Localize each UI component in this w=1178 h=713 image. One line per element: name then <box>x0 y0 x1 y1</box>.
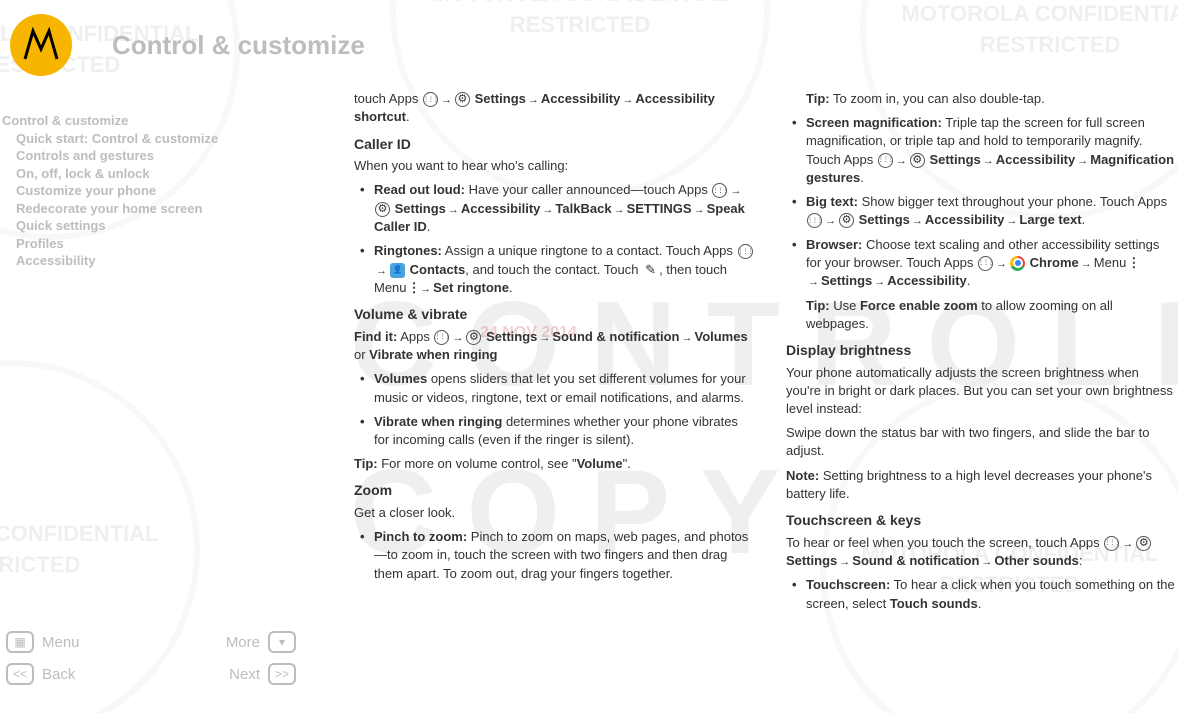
touchscreen-item: Touchscreen: To hear a click when you to… <box>786 576 1176 612</box>
display-brightness-p2: Swipe down the status bar with two finge… <box>786 424 1176 460</box>
display-brightness-note: Note: Setting brightness to a high level… <box>786 467 1176 503</box>
pinch-zoom-item: Pinch to zoom: Pinch to zoom on maps, we… <box>354 528 754 583</box>
apps-icon <box>807 213 822 228</box>
vibrate-item: Vibrate when ringing determines whether … <box>354 413 754 449</box>
footer-nav: ▦ Menu More ▾ << Back Next >> <box>6 631 306 695</box>
sidebar-item[interactable]: Customize your phone <box>0 182 300 200</box>
apps-icon <box>738 244 753 259</box>
apps-icon <box>423 92 438 107</box>
menu-button[interactable]: ▦ Menu <box>6 631 80 653</box>
big-text-item: Big text: Show bigger text throughout yo… <box>786 193 1176 230</box>
sidebar-item[interactable]: Redecorate your home screen <box>0 200 300 218</box>
gear-icon <box>839 213 854 228</box>
read-out-loud-item: Read out loud: Have your caller announce… <box>354 181 754 236</box>
menu-dots-icon <box>1131 256 1137 271</box>
caller-id-heading: Caller ID <box>354 135 754 155</box>
menu-label: Menu <box>42 632 80 653</box>
apps-icon <box>434 330 449 345</box>
back-button[interactable]: << Back <box>6 663 75 685</box>
content-column-1: touch Apps → Settings→Accessibility→Acce… <box>354 90 754 589</box>
ringtones-item: Ringtones: Assign a unique ringtone to a… <box>354 242 754 297</box>
gear-icon <box>466 330 481 345</box>
gear-icon <box>455 92 470 107</box>
zoom-tip: Tip: To zoom in, you can also double-tap… <box>786 90 1176 108</box>
sidebar-item[interactable]: Quick start: Control & customize <box>0 130 300 148</box>
sidebar-item[interactable]: Profiles <box>0 235 300 253</box>
caller-id-intro: When you want to hear who's calling: <box>354 157 754 175</box>
volumes-item: Volumes opens sliders that let you set d… <box>354 370 754 406</box>
sidebar-nav: Control & customize Quick start: Control… <box>0 112 300 270</box>
gear-icon <box>1136 536 1151 551</box>
touchscreen-intro: To hear or feel when you touch the scree… <box>786 534 1176 571</box>
page-title: Control & customize <box>112 27 365 63</box>
touchscreen-heading: Touchscreen & keys <box>786 511 1176 531</box>
gear-icon <box>910 153 925 168</box>
menu-icon: ▦ <box>6 631 34 653</box>
apps-icon <box>1104 536 1119 551</box>
next-label: Next <box>229 664 260 685</box>
intro-paragraph: touch Apps → Settings→Accessibility→Acce… <box>354 90 754 127</box>
back-icon: << <box>6 663 34 685</box>
screen-magnification-item: Screen magnification: Triple tap the scr… <box>786 114 1176 187</box>
sidebar-item[interactable]: Quick settings <box>0 217 300 235</box>
sidebar-item[interactable]: Control & customize <box>0 112 300 130</box>
apps-icon <box>712 183 727 198</box>
more-label: More <box>226 632 260 653</box>
display-brightness-p1: Your phone automatically adjusts the scr… <box>786 364 1176 419</box>
back-label: Back <box>42 664 75 685</box>
zoom-heading: Zoom <box>354 481 754 501</box>
contacts-icon: 👤 <box>390 263 405 278</box>
motorola-logo <box>10 14 72 76</box>
sidebar-item[interactable]: Controls and gestures <box>0 147 300 165</box>
more-button[interactable]: More ▾ <box>226 631 296 653</box>
display-brightness-heading: Display brightness <box>786 341 1176 361</box>
pencil-icon <box>643 263 658 278</box>
more-icon: ▾ <box>268 631 296 653</box>
volume-heading: Volume & vibrate <box>354 305 754 325</box>
zoom-intro: Get a closer look. <box>354 504 754 522</box>
apps-icon <box>978 256 993 271</box>
next-icon: >> <box>268 663 296 685</box>
sidebar-item[interactable]: Accessibility <box>0 252 300 270</box>
next-button[interactable]: Next >> <box>229 663 296 685</box>
volume-findit: Find it: Apps → Settings→Sound & notific… <box>354 328 754 365</box>
sidebar-item[interactable]: On, off, lock & unlock <box>0 165 300 183</box>
apps-icon <box>878 153 893 168</box>
gear-icon <box>375 202 390 217</box>
content-column-2: Tip: To zoom in, you can also double-tap… <box>786 90 1176 619</box>
browser-item: Browser: Choose text scaling and other a… <box>786 236 1176 333</box>
menu-dots-icon <box>411 281 417 296</box>
volume-tip: Tip: For more on volume control, see "Vo… <box>354 455 754 473</box>
chrome-icon <box>1010 256 1025 271</box>
